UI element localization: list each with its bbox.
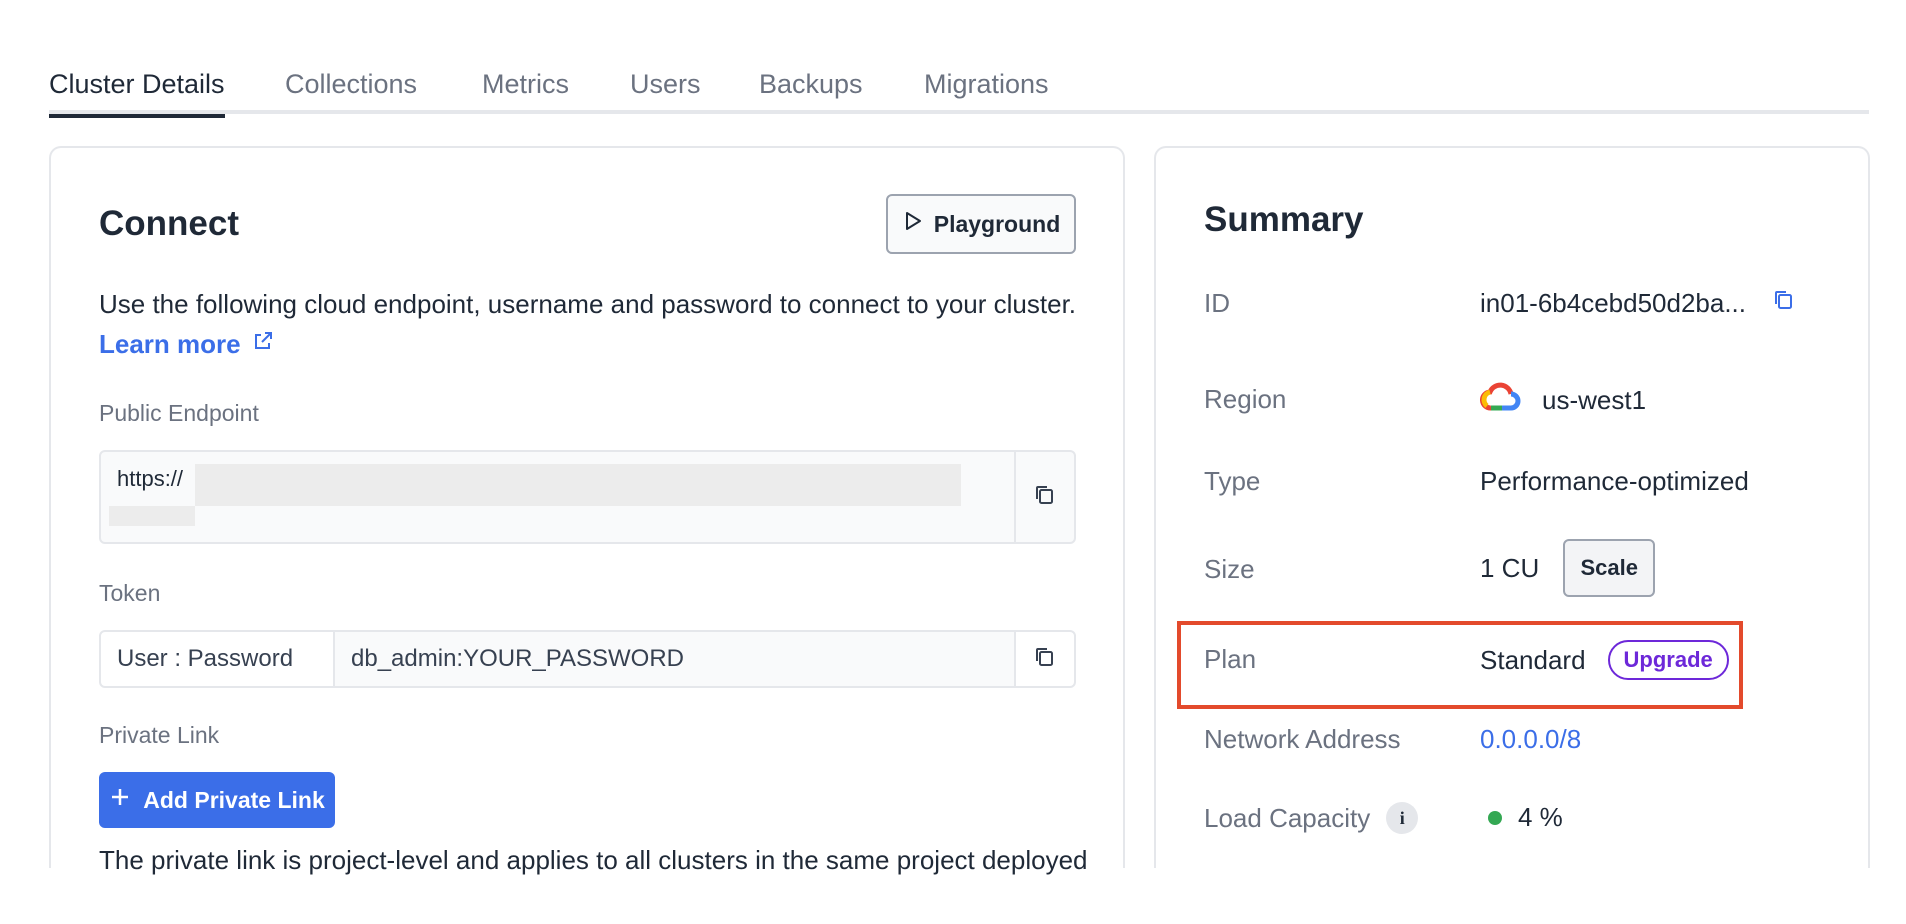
size-label: Size — [1204, 554, 1255, 584]
region-label: Region — [1204, 384, 1287, 414]
region-text: us-west1 — [1542, 385, 1647, 415]
redacted-block — [195, 464, 961, 506]
size-value: 1 CU Scale — [1480, 538, 1656, 598]
public-endpoint-label: Public Endpoint — [99, 400, 259, 426]
plus-icon — [109, 786, 131, 814]
play-icon — [902, 210, 924, 238]
load-capacity-text: Load Capacity — [1204, 802, 1371, 833]
summary-card: Summary ID in01-6b4cebd50d2ba... Region … — [1154, 146, 1870, 868]
network-address-label: Network Address — [1204, 724, 1401, 754]
type-label: Type — [1204, 466, 1261, 496]
learn-more-label: Learn more — [99, 329, 241, 359]
info-icon[interactable]: i — [1386, 802, 1419, 834]
tab-backups[interactable]: Backups — [759, 64, 863, 110]
summary-title: Summary — [1204, 200, 1364, 239]
add-private-link-button[interactable]: Add Private Link — [99, 772, 335, 828]
token-label: Token — [99, 580, 161, 606]
private-link-note: The private link is project-level and ap… — [99, 845, 1088, 875]
add-private-link-label: Add Private Link — [143, 786, 325, 813]
private-link-label: Private Link — [99, 722, 220, 748]
google-cloud-icon — [1480, 380, 1522, 421]
plan-highlight-box — [1177, 621, 1743, 709]
token-key: User : Password — [101, 632, 335, 686]
copy-icon — [1033, 645, 1057, 674]
status-dot-icon — [1488, 810, 1502, 825]
scale-button[interactable]: Scale — [1563, 539, 1656, 597]
tab-metrics[interactable]: Metrics — [482, 64, 569, 110]
tab-users[interactable]: Users — [630, 64, 701, 110]
id-label: ID — [1204, 288, 1230, 318]
tab-migrations[interactable]: Migrations — [924, 64, 1049, 110]
public-endpoint-field[interactable]: https:// — [99, 450, 1076, 544]
token-field[interactable]: User : Password db_admin:YOUR_PASSWORD — [99, 630, 1076, 688]
region-value: us-west1 — [1480, 380, 1646, 421]
playground-label: Playground — [933, 210, 1061, 237]
load-capacity-text: 4 % — [1518, 802, 1563, 832]
connect-card: Connect Playground Use the following clo… — [49, 146, 1125, 875]
network-address-link[interactable]: 0.0.0.0/8 — [1480, 724, 1581, 755]
size-text: 1 CU — [1480, 552, 1540, 583]
copy-token-button[interactable] — [1014, 632, 1074, 686]
tab-collections[interactable]: Collections — [285, 64, 417, 110]
load-capacity-value: 4 % — [1480, 802, 1563, 833]
playground-button[interactable]: Playground — [886, 194, 1076, 254]
tab-cluster-details[interactable]: Cluster Details — [49, 64, 225, 118]
copy-id-icon[interactable] — [1772, 288, 1796, 319]
token-key-label: User : Password — [117, 645, 294, 672]
id-text: in01-6b4cebd50d2ba... — [1480, 288, 1747, 318]
type-value: Performance-optimized — [1480, 466, 1749, 496]
redacted-block — [109, 506, 195, 526]
endpoint-value: https:// — [117, 466, 184, 491]
load-capacity-label: Load Capacity i — [1204, 802, 1419, 834]
copy-endpoint-button[interactable] — [1014, 452, 1074, 542]
external-link-icon — [251, 324, 275, 364]
id-value: in01-6b4cebd50d2ba... — [1480, 288, 1796, 319]
connect-title: Connect — [99, 204, 239, 243]
connect-description: Use the following cloud endpoint, userna… — [99, 289, 1077, 319]
tab-bar: Cluster Details Collections Metrics User… — [49, 56, 1869, 118]
token-value[interactable]: db_admin:YOUR_PASSWORD — [335, 632, 1016, 686]
learn-more-link[interactable]: Learn more — [99, 324, 275, 364]
copy-icon — [1033, 483, 1057, 512]
token-value-text: db_admin:YOUR_PASSWORD — [351, 645, 684, 672]
